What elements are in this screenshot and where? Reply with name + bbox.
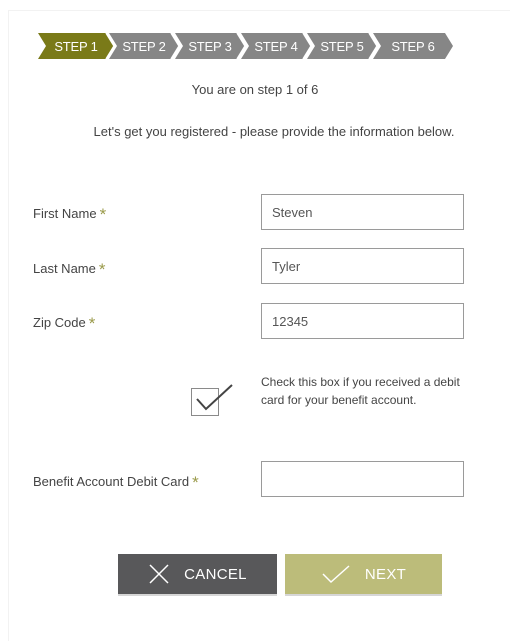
debit-card-label: Benefit Account Debit Card * <box>33 473 199 492</box>
next-button-label: NEXT <box>364 565 407 583</box>
step-label: STEP 1 <box>54 38 98 54</box>
zip-code-label: Zip Code * <box>33 314 96 333</box>
step-label: STEP 2 <box>122 38 166 54</box>
cancel-button-label: CANCEL <box>184 565 247 583</box>
required-asterisk: * <box>99 205 107 224</box>
last-name-label: Last Name * <box>33 260 106 279</box>
required-asterisk: * <box>192 473 199 492</box>
step-3: STEP 3 <box>175 33 245 59</box>
first-name-label: First Name * <box>33 205 107 224</box>
debit-card-checkbox-label: Check this box if you received a debit c… <box>261 375 460 407</box>
required-asterisk: * <box>88 314 96 333</box>
zip-code-input[interactable] <box>261 303 464 339</box>
step-6: STEP 6 <box>373 33 453 59</box>
next-button[interactable]: NEXT <box>285 554 442 594</box>
intro-text: Let's get you registered - please provid… <box>93 124 455 139</box>
step-2: STEP 2 <box>109 33 179 59</box>
debit-card-checkbox[interactable] <box>191 384 233 416</box>
checkmark-icon <box>322 565 350 584</box>
debit-card-input[interactable] <box>261 461 464 497</box>
first-name-input[interactable] <box>261 194 464 230</box>
step-label: STEP 5 <box>320 38 364 54</box>
close-icon <box>149 564 169 584</box>
last-name-input[interactable] <box>261 248 464 284</box>
cancel-button[interactable]: CANCEL <box>118 554 277 594</box>
required-asterisk: * <box>98 260 106 279</box>
step-label: STEP 6 <box>391 38 435 54</box>
step-label: STEP 4 <box>254 38 298 54</box>
step-5: STEP 5 <box>307 33 377 59</box>
step-1: STEP 1 <box>38 33 114 59</box>
step-indicator-text: You are on step 1 of 6 <box>191 82 319 97</box>
checkmark-icon <box>196 384 233 411</box>
step-4: STEP 4 <box>241 33 311 59</box>
step-label: STEP 3 <box>188 38 232 54</box>
